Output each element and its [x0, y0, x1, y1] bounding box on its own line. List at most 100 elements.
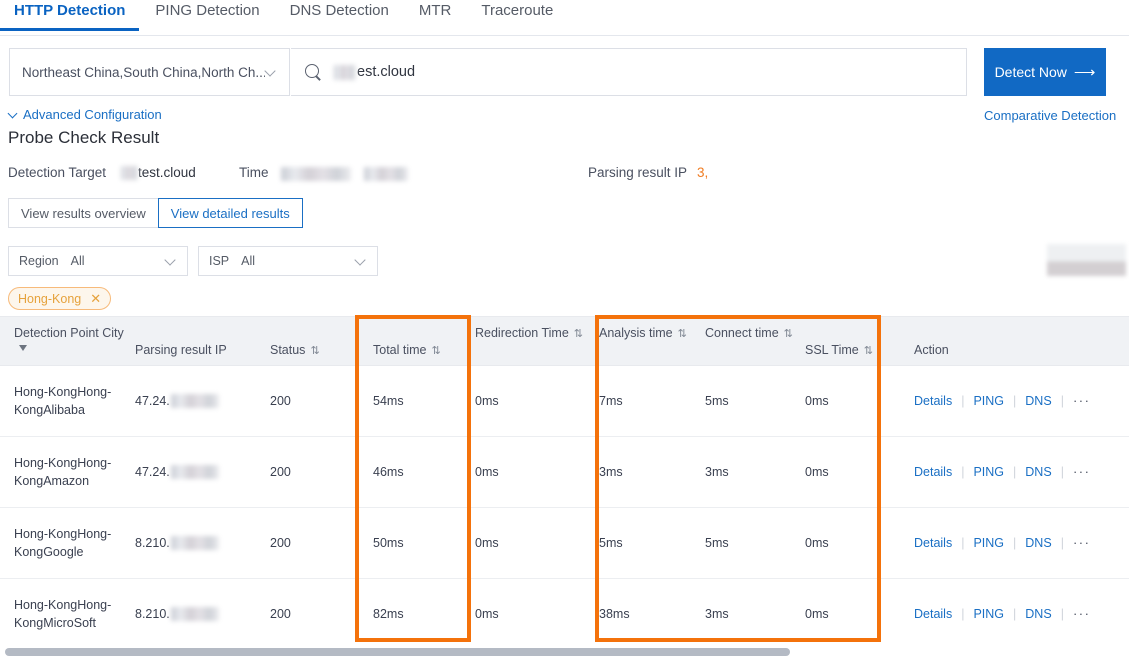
cell-detection-point-city: Hong-KongHong-KongAmazon [14, 456, 112, 488]
cell-status: 200 [270, 465, 291, 479]
column-label: Parsing result IP [135, 343, 227, 357]
isp-filter-select[interactable]: ISP All [198, 246, 378, 276]
sort-icon[interactable]: ⇅ [864, 345, 873, 357]
tab-label: DNS Detection [289, 2, 389, 19]
parsing-result-ip-count: 3, [697, 165, 709, 180]
tab-label: PING Detection [155, 2, 260, 19]
region-filter-select[interactable]: Region All [8, 246, 188, 276]
sort-icon[interactable]: ⇅ [310, 345, 319, 357]
target-search-input[interactable]: est.cloud [291, 48, 967, 96]
details-link[interactable]: Details [914, 534, 952, 552]
cell-total-time: 82ms [373, 607, 404, 621]
cell-total-time: 54ms [373, 394, 404, 408]
column-label: Analysis time [599, 326, 673, 340]
ping-link[interactable]: PING [973, 392, 1004, 410]
time-value [281, 166, 408, 182]
parsing-result-ip-label: Parsing result IP [588, 165, 688, 180]
more-actions-icon[interactable]: ··· [1073, 534, 1091, 552]
filter-funnel-icon[interactable] [19, 345, 28, 354]
isp-filter-value: All [241, 254, 256, 268]
details-link[interactable]: Details [914, 605, 952, 623]
more-actions-icon[interactable]: ··· [1073, 392, 1091, 410]
tab-ping-detection[interactable]: PING Detection [155, 2, 259, 30]
ping-link[interactable]: PING [973, 534, 1004, 552]
view-mode-toggle: View results overview View detailed resu… [8, 198, 303, 228]
view-detailed-results-button[interactable]: View detailed results [157, 198, 303, 228]
advanced-configuration-toggle[interactable]: Advanced Configuration [8, 107, 162, 122]
cell-detection-point-city: Hong-KongHong-KongAlibaba [14, 385, 112, 417]
cell-action: Details | PING | DNS | ··· [892, 366, 1089, 436]
table-row: Hong-KongHong-KongGoogle 8.210. 200 50ms 0ms… [0, 508, 1129, 579]
column-label: Redirection Time [475, 326, 569, 340]
more-actions-icon[interactable]: ··· [1073, 605, 1091, 623]
column-header-parsing-result-ip: Parsing result IP [135, 317, 270, 365]
cell-total-time: 46ms [373, 465, 404, 479]
dns-link[interactable]: DNS [1025, 534, 1051, 552]
column-header-detection-point-city[interactable]: Detection Point City [0, 317, 135, 365]
cell-action: Details | PING | DNS | ··· [892, 508, 1089, 578]
column-header-action: Action [892, 317, 1029, 365]
row-action-links: Details | PING | DNS | ··· [914, 534, 1090, 552]
column-label: Connect time [705, 326, 779, 340]
page-title: Probe Check Result [8, 128, 160, 147]
search-icon [305, 63, 322, 81]
divider: | [961, 394, 965, 408]
redacted-time-part1 [281, 167, 351, 182]
divider: | [1013, 465, 1017, 479]
sort-icon[interactable]: ⇅ [678, 328, 687, 340]
tab-dns-detection[interactable]: DNS Detection [290, 2, 389, 30]
cell-status: 200 [270, 607, 291, 621]
cell-total-time: 50ms [373, 536, 404, 550]
divider: | [1060, 465, 1064, 479]
cell-analysis-time: 7ms [599, 394, 623, 408]
redacted-ip-suffix [170, 465, 219, 479]
table-row: Hong-KongHong-KongAlibaba 47.24. 200 54ms 0m… [0, 366, 1129, 437]
column-label: SSL Time [805, 343, 859, 357]
ping-link[interactable]: PING [973, 463, 1004, 481]
detect-now-button[interactable]: Detect Now ⟶ [984, 48, 1106, 96]
table-filters: Region All ISP All [8, 246, 378, 276]
cell-connect-time: 3ms [705, 465, 729, 479]
divider: | [1060, 536, 1064, 550]
column-header-analysis-time[interactable]: Analysis time ⇅ [599, 317, 705, 365]
cell-ssl-time: 0ms [805, 607, 829, 621]
cell-connect-time: 5ms [705, 536, 729, 550]
divider: | [961, 607, 965, 621]
column-header-redirection-time[interactable]: Redirection Time ⇅ [475, 317, 599, 365]
sort-icon[interactable]: ⇅ [574, 328, 583, 340]
details-link[interactable]: Details [914, 392, 952, 410]
cell-ssl-time: 0ms [805, 465, 829, 479]
tab-traceroute[interactable]: Traceroute [481, 2, 553, 30]
column-label: Total time [373, 343, 427, 357]
comparative-detection-link[interactable]: Comparative Detection [984, 108, 1116, 123]
divider: | [1013, 536, 1017, 550]
cell-analysis-time: 3ms [599, 465, 623, 479]
more-actions-icon[interactable]: ··· [1073, 463, 1091, 481]
dns-link[interactable]: DNS [1025, 605, 1051, 623]
filter-tag-hong-kong[interactable]: Hong-Kong ✕ [8, 287, 112, 310]
details-link[interactable]: Details [914, 463, 952, 481]
scrollbar-thumb[interactable] [5, 648, 790, 656]
filter-tag-label: Hong-Kong [18, 291, 82, 306]
cell-status: 200 [270, 536, 291, 550]
column-header-total-time[interactable]: Total time ⇅ [355, 317, 475, 365]
dns-link[interactable]: DNS [1025, 463, 1051, 481]
cell-ip-text: 47.24. [135, 394, 170, 408]
view-results-overview-button[interactable]: View results overview [8, 198, 159, 228]
dns-link[interactable]: DNS [1025, 392, 1051, 410]
close-icon[interactable]: ✕ [90, 292, 101, 305]
column-header-status[interactable]: Status ⇅ [270, 317, 355, 365]
redacted-domain-prefix [121, 165, 138, 180]
cell-ip-text: 47.24. [135, 465, 170, 479]
column-header-connect-time[interactable]: Connect time ⇅ [705, 317, 805, 365]
horizontal-scrollbar[interactable] [0, 645, 1129, 658]
cell-detection-point-city: Hong-KongHong-KongGoogle [14, 527, 112, 559]
sort-icon[interactable]: ⇅ [432, 345, 441, 357]
ping-link[interactable]: PING [973, 605, 1004, 623]
sort-icon[interactable]: ⇅ [784, 328, 793, 340]
tab-http-detection[interactable]: HTTP Detection [0, 2, 140, 31]
region-select[interactable]: Northeast China,South China,North Ch... [9, 48, 290, 96]
cell-redirection-time: 0ms [475, 465, 499, 479]
column-header-ssl-time[interactable]: SSL Time ⇅ [805, 317, 892, 365]
tab-mtr[interactable]: MTR [419, 2, 452, 30]
